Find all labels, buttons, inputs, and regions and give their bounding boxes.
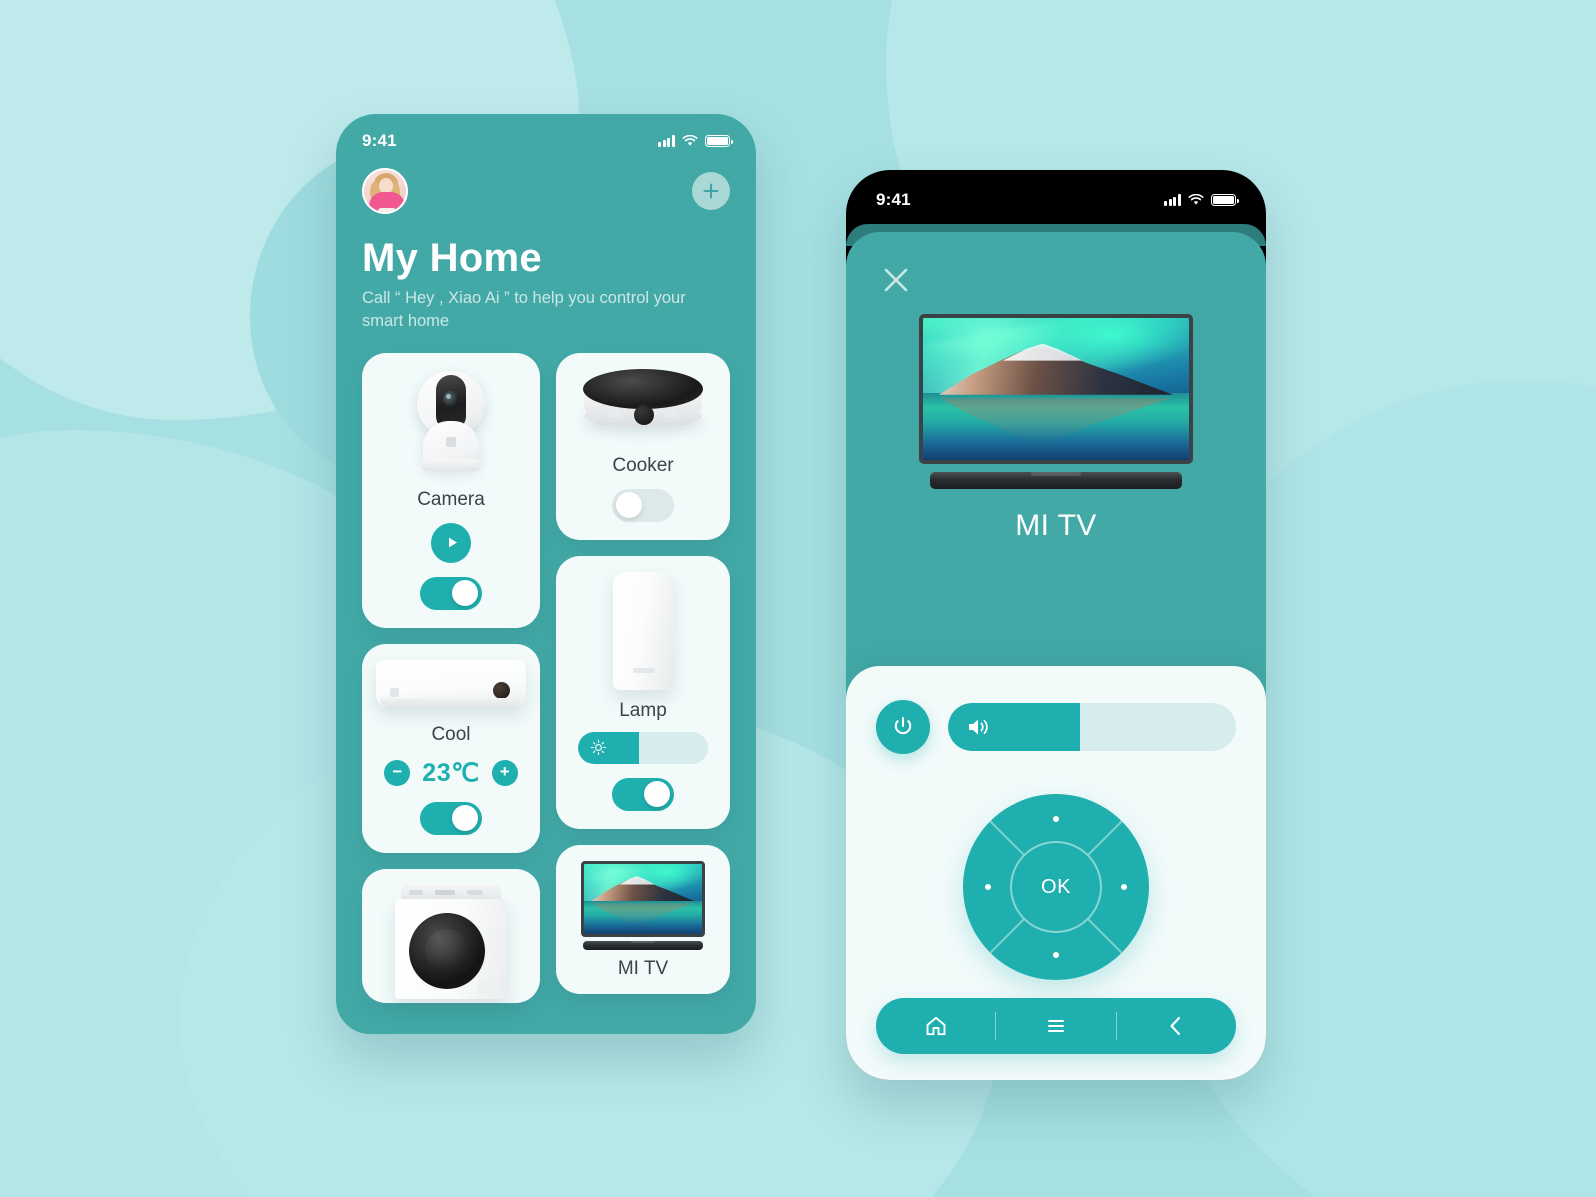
- back-button[interactable]: [1117, 998, 1236, 1054]
- device-card-lamp[interactable]: Lamp: [556, 555, 730, 829]
- status-bar-icons: [658, 135, 733, 147]
- device-card-air-conditioner[interactable]: Cool − 23℃ +: [362, 643, 540, 853]
- tv-status-bar-time: 9:41: [876, 190, 911, 209]
- temperature-value: 23℃: [422, 758, 480, 787]
- cellular-signal-icon: [1164, 194, 1181, 206]
- device-name-cooker: Cooker: [612, 454, 674, 476]
- power-button[interactable]: [876, 700, 930, 754]
- dpad-right-dot[interactable]: [1121, 884, 1127, 890]
- device-grid-column-right: Cooker Lamp MI TV: [556, 352, 730, 1003]
- add-device-button[interactable]: [692, 172, 730, 210]
- tv-status-bar: 9:41: [846, 170, 1266, 218]
- cellular-signal-icon: [658, 135, 675, 147]
- battery-full-icon: [705, 135, 733, 147]
- page-subtitle: Call “ Hey , Xiao Ai ” to help you contr…: [362, 289, 686, 330]
- wifi-icon: [682, 135, 698, 147]
- tv-detail-sheet: MI TV OK: [846, 224, 1266, 1080]
- status-bar-time: 9:41: [362, 131, 397, 150]
- device-card-washing-machine[interactable]: [362, 868, 540, 1003]
- home-screen-phone: 9:41 My Home Call “ Hey , Xiao Ai ” to h…: [336, 114, 756, 1034]
- close-button[interactable]: [880, 264, 912, 296]
- power-icon: [894, 716, 912, 735]
- dpad-up-dot[interactable]: [1053, 816, 1059, 822]
- temperature-stepper: − 23℃ +: [384, 758, 518, 788]
- lamp-brightness-slider[interactable]: [578, 731, 708, 764]
- remote-nav-bar: [876, 998, 1236, 1054]
- remote-top-row: [876, 700, 1236, 754]
- dpad-down-dot[interactable]: [1053, 952, 1059, 958]
- cooker-power-toggle[interactable]: [612, 488, 674, 522]
- tv-remote-phone: 9:41 MI TV OK: [846, 170, 1266, 1080]
- table-lamp-image: [613, 571, 673, 692]
- tv-hero: MI TV: [846, 314, 1266, 543]
- device-card-mi-tv[interactable]: MI TV: [556, 844, 730, 994]
- device-grid: Camera Cool − 23℃ + Cooker Lamp MI TV: [362, 352, 730, 1003]
- tv-status-bar-icons: [1164, 194, 1239, 206]
- air-conditioner-image: [376, 659, 526, 716]
- page-title: My Home: [362, 236, 542, 280]
- camera-play-button[interactable]: [431, 522, 471, 563]
- play-icon: [448, 537, 457, 548]
- wifi-icon: [1188, 194, 1204, 206]
- menu-button[interactable]: [996, 998, 1115, 1054]
- temperature-increase-button[interactable]: +: [491, 759, 518, 786]
- induction-cooker-image: [578, 368, 708, 447]
- avatar[interactable]: [362, 168, 408, 214]
- close-x-icon: [884, 268, 908, 292]
- remote-control-panel: OK: [846, 666, 1266, 1080]
- washing-machine-image: [395, 884, 507, 1003]
- plus-icon: [703, 183, 719, 199]
- television-aurora-image-large: [919, 314, 1193, 489]
- home-header-row: [336, 158, 756, 214]
- sun-brightness-icon: [590, 739, 607, 756]
- home-button[interactable]: [876, 998, 995, 1054]
- television-aurora-image-small: [581, 860, 705, 950]
- device-name-mi-tv: MI TV: [617, 957, 669, 979]
- lamp-power-toggle[interactable]: [612, 777, 674, 811]
- device-grid-column-left: Camera Cool − 23℃ +: [362, 352, 540, 1003]
- dpad-left-dot[interactable]: [985, 884, 991, 890]
- security-camera-image: [396, 369, 506, 481]
- volume-slider[interactable]: [948, 703, 1236, 751]
- chevron-left-icon: [1170, 1016, 1181, 1036]
- device-name-air-conditioner: Cool: [431, 723, 471, 745]
- dpad-control[interactable]: OK: [963, 794, 1149, 980]
- menu-hamburger-icon: [1048, 1020, 1064, 1032]
- device-card-cooker[interactable]: Cooker: [556, 352, 730, 540]
- volume-icon: [969, 719, 988, 735]
- app-mockup-stage: 9:41 My Home Call “ Hey , Xiao Ai ” to h…: [0, 0, 1596, 1197]
- dpad-ok-button[interactable]: OK: [1010, 841, 1102, 933]
- battery-full-icon: [1211, 194, 1239, 206]
- status-bar: 9:41: [336, 114, 756, 158]
- air-conditioner-power-toggle[interactable]: [420, 801, 482, 835]
- home-icon: [926, 1016, 946, 1036]
- temperature-decrease-button[interactable]: −: [384, 759, 411, 786]
- device-card-camera[interactable]: Camera: [362, 352, 540, 628]
- tv-device-title: MI TV: [1015, 509, 1097, 542]
- device-name-lamp: Lamp: [619, 699, 667, 721]
- device-name-camera: Camera: [417, 488, 485, 510]
- camera-power-toggle[interactable]: [420, 576, 482, 610]
